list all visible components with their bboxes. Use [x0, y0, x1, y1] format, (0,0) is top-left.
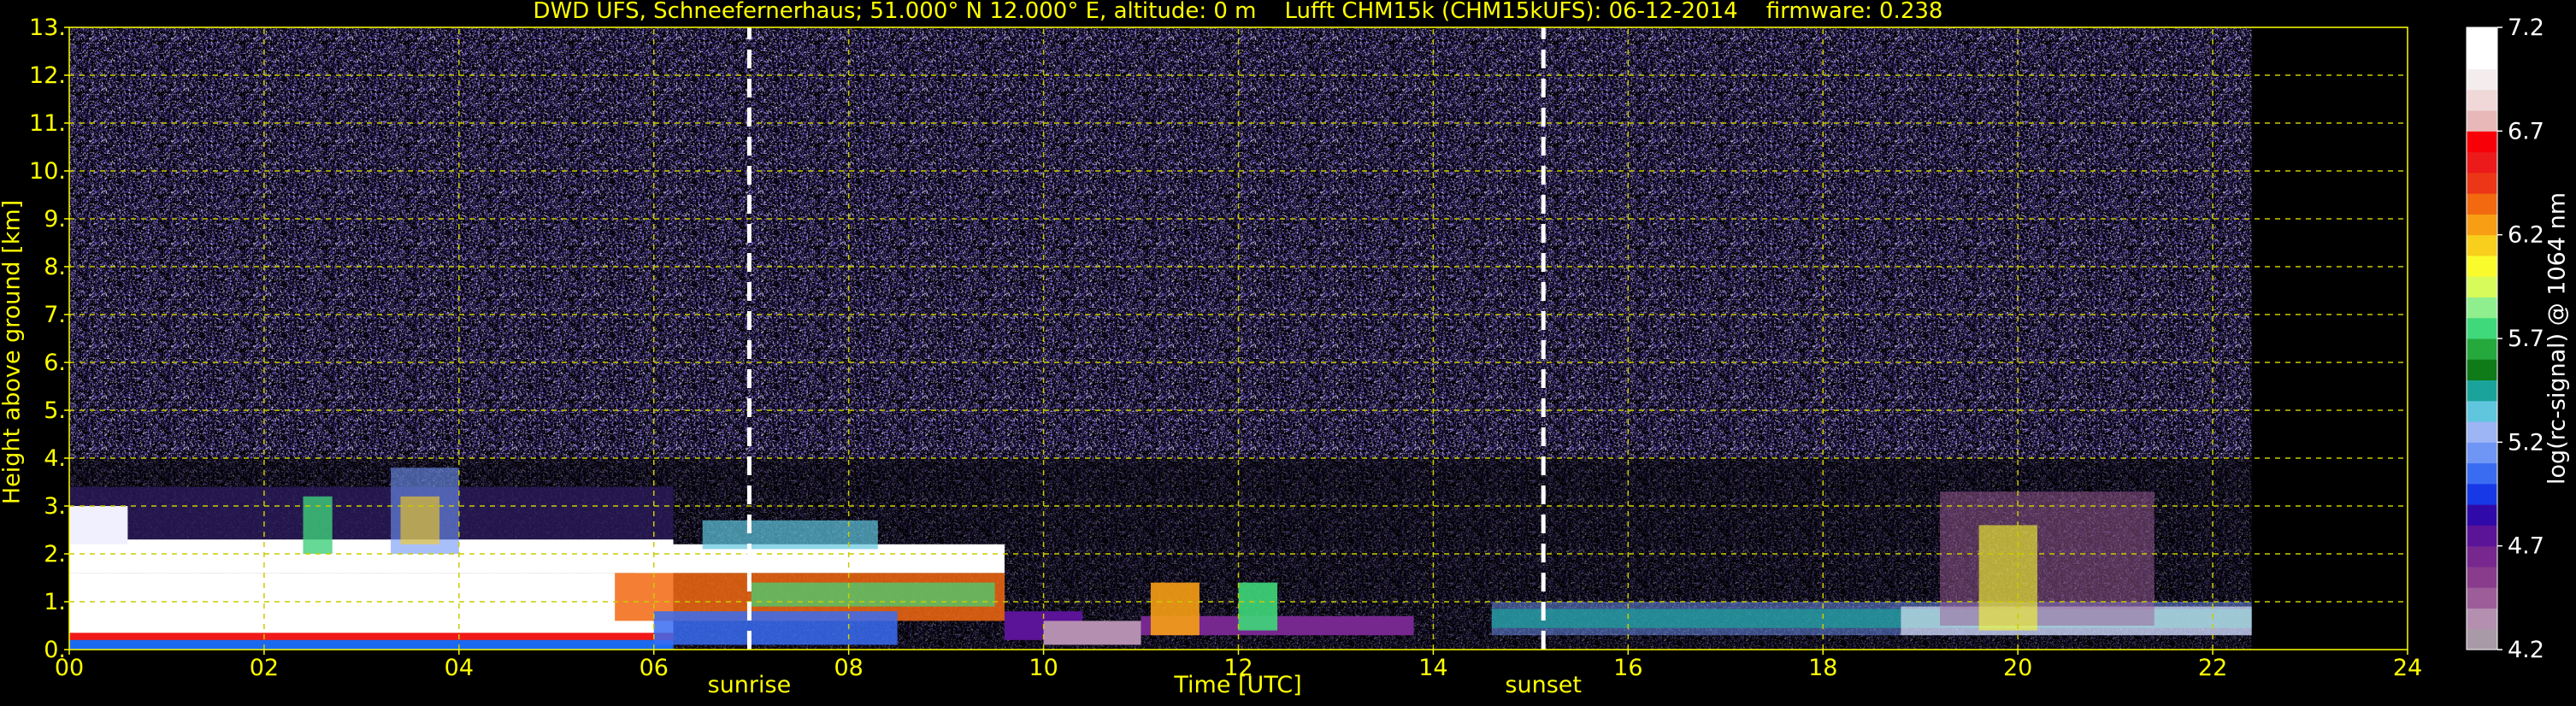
colorbar-label: log(rc-signal) @ 1064 nm: [2544, 191, 2571, 485]
y-tick-label: 12.: [29, 62, 66, 89]
sunset-label: sunset: [1505, 672, 1582, 698]
signal-band: [69, 486, 674, 540]
y-tick-label: 13.: [29, 15, 66, 41]
colorbar-segment: [2467, 151, 2497, 174]
signal-band: [1150, 582, 1200, 636]
colorbar-tick-label: 6.2: [2508, 222, 2544, 249]
x-tick-label: 24: [2393, 655, 2422, 681]
colorbar-segment: [2467, 608, 2497, 630]
y-tick-label: 8.: [44, 254, 66, 280]
x-tick-label: 16: [1613, 655, 1642, 681]
colorbar-segment: [2467, 566, 2497, 588]
colorbar-tick-label: 7.2: [2508, 15, 2544, 41]
colorbar-segment: [2467, 255, 2497, 277]
colorbar-segment: [2467, 587, 2497, 609]
colorbar-segment: [2467, 359, 2497, 381]
y-tick-label: 5.: [44, 397, 66, 424]
colorbar-segment: [2467, 628, 2497, 650]
signal-band: [1043, 621, 1141, 645]
signal-band: [653, 611, 898, 645]
colorbar-segment: [2467, 68, 2497, 91]
y-tick-label: 2.: [44, 541, 66, 568]
signal-band: [400, 496, 440, 544]
y-tick-label: 3.: [44, 493, 66, 520]
x-tick-label: 08: [834, 655, 863, 681]
y-tick-label: 4.: [44, 445, 66, 472]
colorbar-segment: [2467, 48, 2497, 70]
colorbar-segment: [2467, 483, 2497, 505]
y-tick-label: 11.: [29, 110, 66, 137]
colorbar-segment: [2467, 525, 2497, 547]
colorbar-segment: [2467, 462, 2497, 485]
colorbar-segment: [2467, 400, 2497, 422]
x-tick-label: 18: [1808, 655, 1837, 681]
y-axis-label: Height above ground [km]: [0, 199, 26, 505]
y-tick-label: 1.: [44, 589, 66, 615]
y-tick-label: 9.: [44, 206, 66, 232]
colorbar-segment: [2467, 89, 2497, 111]
signal-band: [69, 632, 674, 640]
y-tick-label: 6.: [44, 350, 66, 376]
chart-svg: sunrise sunset00 02 04 06 08 10 12 14 16 18 20 22 240…: [29, 15, 2544, 698]
colorbar-tick-label: 4.2: [2508, 637, 2544, 663]
signal-band: [69, 573, 674, 636]
signal-band: [1978, 525, 2037, 631]
signal-band: [69, 506, 128, 544]
y-tick-label: 7.: [44, 302, 66, 328]
colorbar-segment: [2467, 27, 2497, 49]
x-tick-label: 14: [1418, 655, 1447, 681]
x-tick-label: 04: [445, 655, 474, 681]
x-tick-label: 10: [1029, 655, 1058, 681]
signal-band: [303, 496, 333, 554]
signal-band: [751, 582, 995, 607]
colorbar-segment: [2467, 214, 2497, 236]
noise-upper: [69, 27, 2252, 458]
signal-band: [1940, 491, 2155, 626]
colorbar-segment: [2467, 234, 2497, 256]
colorbar-segment: [2467, 545, 2497, 568]
colorbar-segment: [2467, 338, 2497, 360]
colorbar-tick-label: 5.7: [2508, 326, 2544, 352]
colorbar: 4.2 4.7 5.2 5.7 6.2 6.7 7.2: [2466, 15, 2544, 663]
ceilometer-figure: DWD UFS, Schneefernerhaus; 51.000° N 12.…: [0, 0, 2576, 706]
x-tick-label: 02: [250, 655, 279, 681]
signal-band: [69, 539, 674, 574]
colorbar-tick-label: 5.2: [2508, 429, 2544, 456]
colorbar-segment: [2467, 379, 2497, 402]
colorbar-segment: [2467, 131, 2497, 153]
colorbar-segment: [2467, 421, 2497, 443]
signal-band: [702, 520, 878, 550]
colorbar-tick-label: 4.7: [2508, 533, 2544, 560]
colorbar-segment: [2467, 172, 2497, 194]
x-tick-label: 06: [640, 655, 669, 681]
colorbar-segment: [2467, 276, 2497, 297]
colorbar-segment: [2467, 193, 2497, 215]
x-tick-label: 20: [2003, 655, 2032, 681]
colorbar-segment: [2467, 317, 2497, 339]
x-tick-label: 22: [2198, 655, 2227, 681]
colorbar-segment: [2467, 504, 2497, 526]
colorbar-segment: [2467, 297, 2497, 319]
sunrise-label: sunrise: [708, 672, 792, 698]
y-tick-label: 0.: [44, 637, 66, 663]
x-axis-label: Time [UTC]: [1174, 672, 1302, 698]
colorbar-segment: [2467, 442, 2497, 464]
signal-band: [1238, 582, 1278, 631]
colorbar-tick-label: 6.7: [2508, 118, 2544, 144]
y-tick-label: 10.: [29, 158, 66, 185]
colorbar-segment: [2467, 110, 2497, 132]
